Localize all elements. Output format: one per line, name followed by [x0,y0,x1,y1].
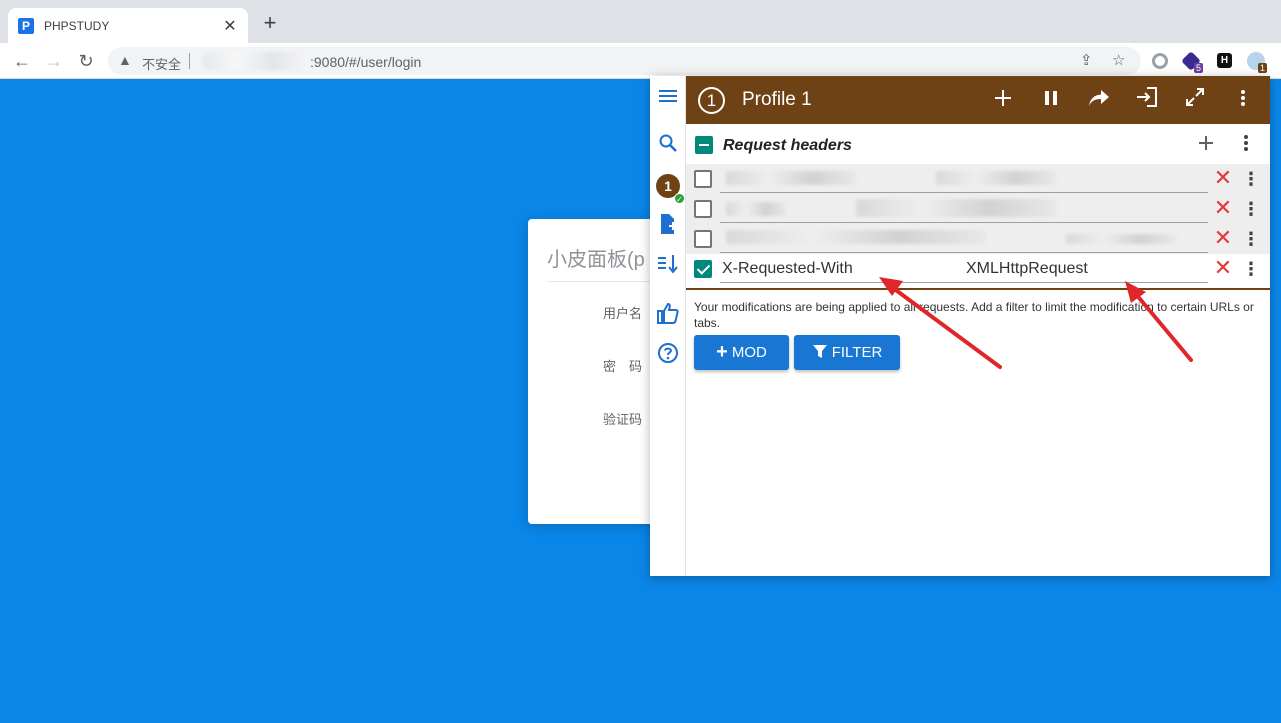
header-row: ✕ ⋮ [686,164,1270,194]
delete-header-icon[interactable]: ✕ [1212,166,1234,190]
row-more-icon[interactable]: ⋮ [1242,167,1260,191]
section-title: Request headers [723,137,852,154]
sort-icon[interactable] [656,253,680,277]
record-extension-icon[interactable] [1152,53,1168,69]
new-tab-button[interactable]: + [259,12,281,34]
address-bar[interactable]: ▲ 不安全 :9080/#/user/login ⇪ ☆ [108,47,1141,75]
thumbs-up-icon[interactable] [656,302,680,326]
row-more-icon[interactable]: ⋮ [1242,227,1260,251]
more-vert-icon[interactable] [1230,87,1256,113]
section-toggle-checkbox[interactable] [695,136,713,154]
login-title: 小皮面板(p [547,249,645,271]
help-icon[interactable] [656,342,680,366]
browser-tab[interactable]: P PHPSTUDY ✕ [8,8,248,43]
add-mod-button[interactable]: + MOD [694,335,789,370]
extension-badge: 5 [1194,63,1204,73]
row-checkbox-checked[interactable] [694,260,712,278]
redacted-name [726,230,986,244]
header-value-input[interactable]: XMLHttpRequest [966,260,1088,278]
search-icon[interactable] [656,133,680,157]
row-underline [720,192,1208,193]
url-text[interactable]: :9080/#/user/login [310,54,421,70]
tab-title: PHPSTUDY [44,18,110,33]
row-more-icon[interactable]: ⋮ [1242,257,1260,281]
profile-header: 1 Profile 1 [686,76,1270,124]
redacted-value [936,171,1056,185]
mod-button-label: MOD [731,344,767,361]
tab-strip: P PHPSTUDY ✕ + [0,0,1281,43]
omnibox-separator [189,53,190,69]
filter-icon [812,343,828,363]
warning-icon[interactable]: ▲ [118,52,132,68]
section-divider [686,288,1270,290]
section-more-icon[interactable] [1235,134,1257,156]
header-row: ✕ ⋮ [686,194,1270,224]
pause-icon[interactable] [1038,87,1064,113]
modheader-badge: 1 [1258,63,1268,73]
insecure-label[interactable]: 不安全 [142,54,181,73]
header-name-input[interactable]: X-Requested-With [722,260,853,278]
forward-arrow-icon[interactable]: → [42,49,66,73]
captcha-label: 验证码 [602,412,642,427]
add-icon[interactable] [990,87,1016,113]
username-label: 用户名 [602,306,642,321]
active-check-icon: ✓ [674,193,685,204]
share-icon[interactable]: ⇪ [1080,51,1093,69]
header-row: X-Requested-With XMLHttpRequest ✕ ⋮ [686,254,1270,284]
modheader-popup: 1 ✓ 1 Profile 1 Request headers ✕ ⋮ ✕ ⋮ … [650,76,1270,576]
import-icon[interactable] [1134,87,1160,113]
redacted-name [726,202,786,216]
row-underline [720,222,1208,223]
delete-header-icon[interactable]: ✕ [1212,256,1234,280]
h-extension-icon[interactable]: H [1217,53,1232,68]
row-more-icon[interactable]: ⋮ [1242,197,1260,221]
profile-number-badge[interactable]: 1 [698,87,725,114]
back-arrow-icon[interactable]: ← [10,49,34,73]
bookmark-star-icon[interactable]: ☆ [1112,51,1125,69]
expand-icon[interactable] [1182,87,1208,113]
password-label: 密 码 [602,359,642,374]
popup-sidebar: 1 ✓ [650,76,686,576]
row-checkbox[interactable] [694,230,712,248]
redacted-value [856,199,1056,217]
row-checkbox[interactable] [694,200,712,218]
close-tab-icon[interactable]: ✕ [222,16,238,36]
info-text: Your modifications are being applied to … [694,300,1254,330]
profile-title[interactable]: Profile 1 [742,89,812,111]
redacted-name [726,171,856,185]
reload-icon[interactable]: ↻ [74,49,98,73]
delete-header-icon[interactable]: ✕ [1212,226,1234,250]
filter-button-label: FILTER [831,344,883,361]
plus-icon: + [716,341,728,363]
redacted-value [1066,234,1176,244]
delete-header-icon[interactable]: ✕ [1212,196,1234,220]
header-row: ✕ ⋮ [686,224,1270,254]
browser-toolbar: ← → ↻ ▲ 不安全 :9080/#/user/login ⇪ ☆ 5 H 1 [0,43,1281,79]
add-filter-button[interactable]: FILTER [794,335,900,370]
phpstudy-favicon-icon: P [18,17,34,34]
share-arrow-icon[interactable] [1086,87,1112,113]
menu-icon[interactable] [656,86,680,110]
redacted-host [202,52,308,70]
row-underline [720,252,1208,253]
add-header-icon[interactable] [1195,134,1217,156]
row-underline [720,282,1208,283]
row-checkbox[interactable] [694,170,712,188]
add-profile-icon[interactable] [656,213,680,237]
